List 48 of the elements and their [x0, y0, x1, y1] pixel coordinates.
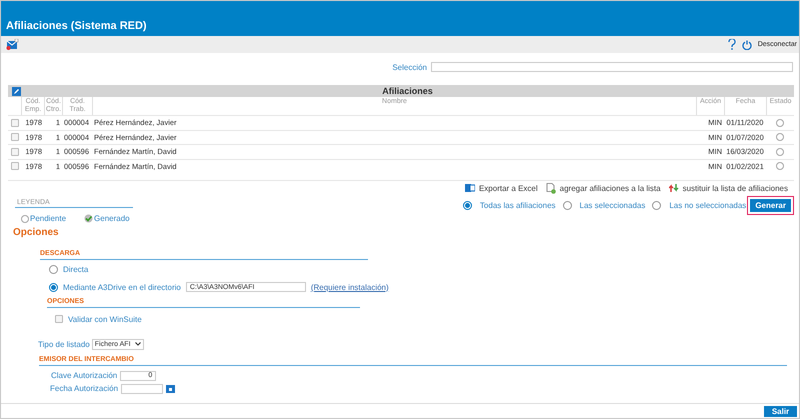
key-label: Clave Autorización — [51, 371, 118, 380]
row-checkbox[interactable] — [10, 118, 18, 127]
action-link[interactable]: agregar afiliaciones a la lista — [546, 182, 661, 194]
status-circle-icon — [776, 118, 784, 127]
radio-label: Mediante A3Drive en el directorio — [63, 282, 181, 292]
checkbox-label: Validar con WinSuite — [68, 314, 142, 324]
scope-option[interactable]: Las no seleccionadas — [652, 200, 746, 210]
status-circle-icon — [776, 133, 784, 142]
selection-field[interactable] — [431, 62, 793, 72]
generate-button[interactable]: Generar — [750, 198, 791, 212]
radio-button[interactable] — [562, 200, 572, 210]
row-checkbox[interactable] — [10, 148, 18, 156]
legend-item: Generado — [84, 214, 130, 223]
options-title: Opciones — [13, 226, 60, 240]
list-type-label: Tipo de listado — [38, 340, 90, 348]
install-link[interactable]: (Requiere instalación) — [310, 282, 389, 292]
selection-label: Selección — [392, 62, 427, 72]
status-circle-icon — [776, 162, 784, 170]
scope-option[interactable]: Las seleccionadas — [562, 200, 646, 210]
exit-button[interactable]: Salir — [764, 406, 797, 416]
radio-label: Directa — [63, 264, 88, 274]
legend-item: Pendiente — [21, 214, 66, 223]
document-add-icon — [546, 182, 556, 194]
checkbox[interactable] — [55, 315, 63, 323]
status-circle-icon — [776, 148, 784, 156]
status-circle-icon — [21, 214, 29, 222]
radio-button[interactable] — [49, 264, 58, 274]
chevron-down-icon — [134, 342, 141, 346]
help-icon[interactable] — [728, 39, 736, 50]
row-checkbox[interactable] — [10, 133, 18, 142]
spreadsheet-icon — [464, 183, 475, 193]
envelope-icon[interactable] — [6, 39, 19, 50]
action-link[interactable]: Exportar a Excel — [464, 183, 538, 193]
table-title: Afiliaciones — [381, 86, 434, 96]
date-field[interactable] — [121, 384, 164, 394]
window-title: Afiliaciones (Sistema RED) — [6, 20, 147, 32]
date-label: Fecha Autorización — [50, 384, 118, 393]
action-link[interactable]: sustituir la lista de afiliaciones — [668, 183, 788, 193]
power-icon[interactable] — [742, 40, 752, 50]
swap-arrows-icon — [668, 183, 679, 193]
radio-button[interactable] — [49, 282, 58, 292]
row-checkbox[interactable] — [10, 162, 18, 170]
check-icon — [84, 214, 94, 223]
radio-button[interactable] — [652, 200, 662, 210]
calendar-icon[interactable] — [166, 384, 176, 393]
edit-icon[interactable] — [12, 86, 21, 96]
radio-button[interactable] — [462, 200, 472, 210]
scope-option[interactable]: Todas las afiliaciones — [462, 200, 556, 210]
